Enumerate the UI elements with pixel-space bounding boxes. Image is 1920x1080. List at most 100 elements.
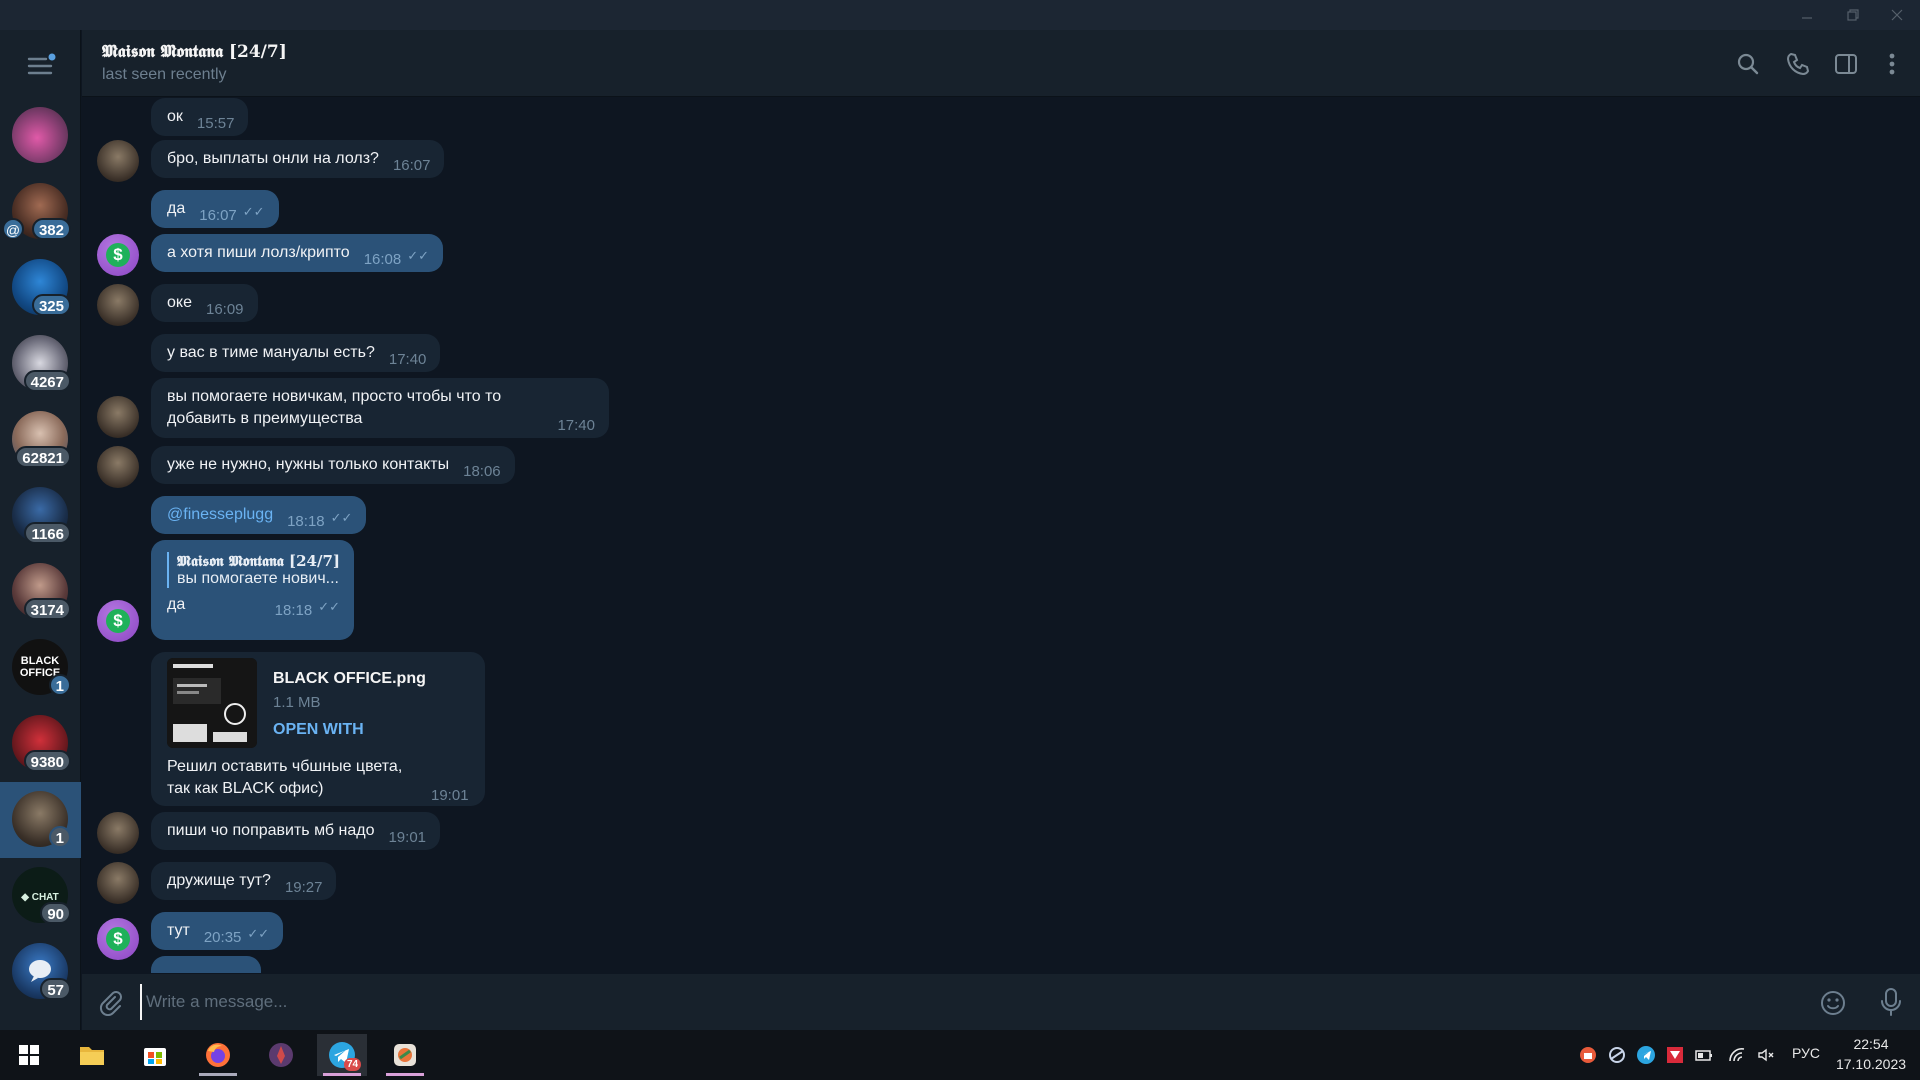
dollar-icon: $ xyxy=(106,927,130,951)
sender-avatar[interactable] xyxy=(97,140,139,182)
message-composer xyxy=(82,974,1920,1030)
chat-item[interactable]: 325 xyxy=(0,250,81,326)
message-incoming[interactable]: ок 15:57 xyxy=(151,98,249,136)
message-text: бро, выплаты онли на лолз? xyxy=(167,150,379,167)
message-time: 17:40 xyxy=(557,417,595,434)
chat-item-active[interactable]: 1 xyxy=(0,782,81,858)
close-icon[interactable] xyxy=(1882,4,1912,26)
chat-item[interactable]: ◆ CHAT 90 xyxy=(0,858,81,934)
start-button[interactable] xyxy=(4,1034,54,1076)
message-outgoing[interactable]: а хотя пиши лолз/крипто 16:08 ✓✓ xyxy=(151,234,444,272)
reply-quote[interactable]: 𝕸𝖆𝖎𝖘𝖔𝖓 𝕸𝖔𝖓𝖙𝖆𝖓𝖆 [24/7] вы помогаете нович… xyxy=(167,552,340,588)
tray-app-icon[interactable] xyxy=(1578,1045,1598,1065)
message-incoming[interactable]: пиши чо поправить мб надо 19:01 xyxy=(151,812,441,850)
message-incoming[interactable]: дружище тут? 19:27 xyxy=(151,862,337,900)
sender-avatar[interactable] xyxy=(97,862,139,904)
message-time: 15:57 xyxy=(196,115,235,132)
search-icon[interactable] xyxy=(1734,50,1762,78)
open-with-button[interactable]: OPEN WITH xyxy=(273,721,426,739)
store-icon[interactable] xyxy=(130,1034,180,1076)
app-icon[interactable] xyxy=(256,1034,306,1076)
sidebar-toggle-icon[interactable] xyxy=(1832,50,1860,78)
message-text: уже не нужно, нужны только контакты xyxy=(167,456,450,473)
clock-date[interactable]: 17.10.2023 xyxy=(1832,1056,1910,1072)
file-attachment[interactable]: BLACK OFFICE.png 1.1 MB OPEN WITH xyxy=(167,658,471,748)
chat-list: @ 382 325 4267 62821 1166 3174 BLACK OFFI… xyxy=(0,30,81,1030)
more-options-icon[interactable] xyxy=(1878,50,1906,78)
reply-text: вы помогаете нович... xyxy=(177,570,339,587)
phone-icon[interactable] xyxy=(1784,50,1812,78)
language-indicator[interactable]: РУС xyxy=(1792,1045,1820,1061)
sender-avatar[interactable]: $ xyxy=(97,918,139,960)
wifi-icon[interactable] xyxy=(1728,1045,1748,1065)
file-name: BLACK OFFICE.png xyxy=(273,670,426,687)
message-file[interactable]: BLACK OFFICE.png 1.1 MB OPEN WITH Решил … xyxy=(151,652,485,806)
battery-icon[interactable] xyxy=(1694,1045,1714,1065)
sender-avatar[interactable]: $ xyxy=(97,600,139,642)
message-text: да xyxy=(167,596,186,613)
username-link[interactable]: @finesseplugg xyxy=(167,504,273,526)
avatar xyxy=(12,107,68,163)
clock-time[interactable]: 22:54 xyxy=(1832,1036,1910,1052)
paperclip-icon[interactable] xyxy=(96,988,124,1017)
chat-item[interactable]: 1166 xyxy=(0,478,81,554)
read-checks-icon: ✓✓ xyxy=(247,926,270,941)
menu-icon[interactable] xyxy=(22,50,58,80)
sender-avatar[interactable]: $ xyxy=(97,234,139,276)
chat-item[interactable]: 57 xyxy=(0,934,81,1010)
chat-item[interactable]: BLACK OFFICE 1 xyxy=(0,630,81,706)
message-time: 19:27 xyxy=(284,879,323,896)
chat-item[interactable]: 3174 xyxy=(0,554,81,630)
microphone-icon[interactable] xyxy=(1876,986,1906,1018)
message-text: тут xyxy=(167,922,190,939)
message-incoming[interactable]: вы помогаете новичкам, просто чтобы что … xyxy=(151,378,609,438)
message-outgoing[interactable]: тут 20:35 ✓✓ xyxy=(151,912,284,950)
telegram-tray-icon[interactable] xyxy=(1636,1045,1656,1065)
vpn-icon[interactable] xyxy=(1607,1045,1627,1065)
message-outgoing-reply[interactable]: 𝕸𝖆𝖎𝖘𝖔𝖓 𝕸𝖔𝖓𝖙𝖆𝖓𝖆 [24/7] вы помогаете нович… xyxy=(151,540,355,640)
unread-badge: 57 xyxy=(40,978,71,1000)
message-incoming[interactable]: у вас в тиме мануалы есть? 17:40 xyxy=(151,334,441,372)
message-incoming[interactable]: оке 16:09 xyxy=(151,284,258,322)
chat-item[interactable]: 9380 xyxy=(0,706,81,782)
unread-badge: 1166 xyxy=(24,522,71,544)
message-outgoing[interactable]: да 16:07 ✓✓ xyxy=(151,190,279,228)
chat-header: 𝕸𝖆𝖎𝖘𝖔𝖓 𝕸𝖔𝖓𝖙𝖆𝖓𝖆 [24/7] last seen recently xyxy=(82,30,1920,97)
unread-badge: 90 xyxy=(40,902,71,924)
message-text: да xyxy=(167,200,186,217)
app-icon[interactable] xyxy=(380,1034,430,1076)
message-text: вы помогаете новичкам, просто чтобы что … xyxy=(167,388,502,427)
sender-avatar[interactable] xyxy=(97,812,139,854)
volume-muted-icon[interactable] xyxy=(1756,1045,1776,1065)
file-explorer-icon[interactable] xyxy=(67,1034,117,1076)
sender-avatar[interactable] xyxy=(97,284,139,326)
emoji-icon[interactable] xyxy=(1818,988,1848,1018)
restore-icon[interactable] xyxy=(1838,4,1868,26)
firefox-icon[interactable] xyxy=(193,1034,243,1076)
chat-item[interactable]: 62821 xyxy=(0,402,81,478)
unread-badge: 1 xyxy=(48,674,71,696)
telegram-taskbar-icon[interactable]: 74 xyxy=(317,1034,367,1076)
tray-app-icon[interactable] xyxy=(1665,1045,1685,1065)
chat-item[interactable]: 4267 xyxy=(0,326,81,402)
message-input[interactable] xyxy=(140,984,1480,1020)
message-list[interactable]: ок 15:57 бро, выплаты онли на лолз? 16:0… xyxy=(82,98,1920,973)
message-outgoing-partial[interactable] xyxy=(151,956,261,973)
message-incoming[interactable]: уже не нужно, нужны только контакты 18:0… xyxy=(151,446,515,484)
chat-title[interactable]: 𝕸𝖆𝖎𝖘𝖔𝖓 𝕸𝖔𝖓𝖙𝖆𝖓𝖆 [24/7] xyxy=(102,42,287,62)
unread-badge: 325 xyxy=(31,294,71,316)
unread-badge: 3174 xyxy=(23,598,71,620)
message-incoming[interactable]: бро, выплаты онли на лолз? 16:07 xyxy=(151,140,445,178)
message-outgoing[interactable]: @finesseplugg 18:18 ✓✓ xyxy=(151,496,367,534)
message-time: 20:35 xyxy=(203,929,242,946)
sender-avatar[interactable] xyxy=(97,396,139,438)
file-thumbnail[interactable] xyxy=(167,658,257,748)
sender-avatar[interactable] xyxy=(97,446,139,488)
minimize-icon[interactable] xyxy=(1792,4,1822,26)
message-text: ок xyxy=(167,108,183,125)
chat-item[interactable]: @ 382 xyxy=(0,174,81,250)
message-time: 18:06 xyxy=(463,463,501,480)
unread-badge: 9380 xyxy=(23,750,71,772)
svg-text:BLACK: BLACK xyxy=(21,655,60,667)
chat-item[interactable] xyxy=(0,98,81,174)
